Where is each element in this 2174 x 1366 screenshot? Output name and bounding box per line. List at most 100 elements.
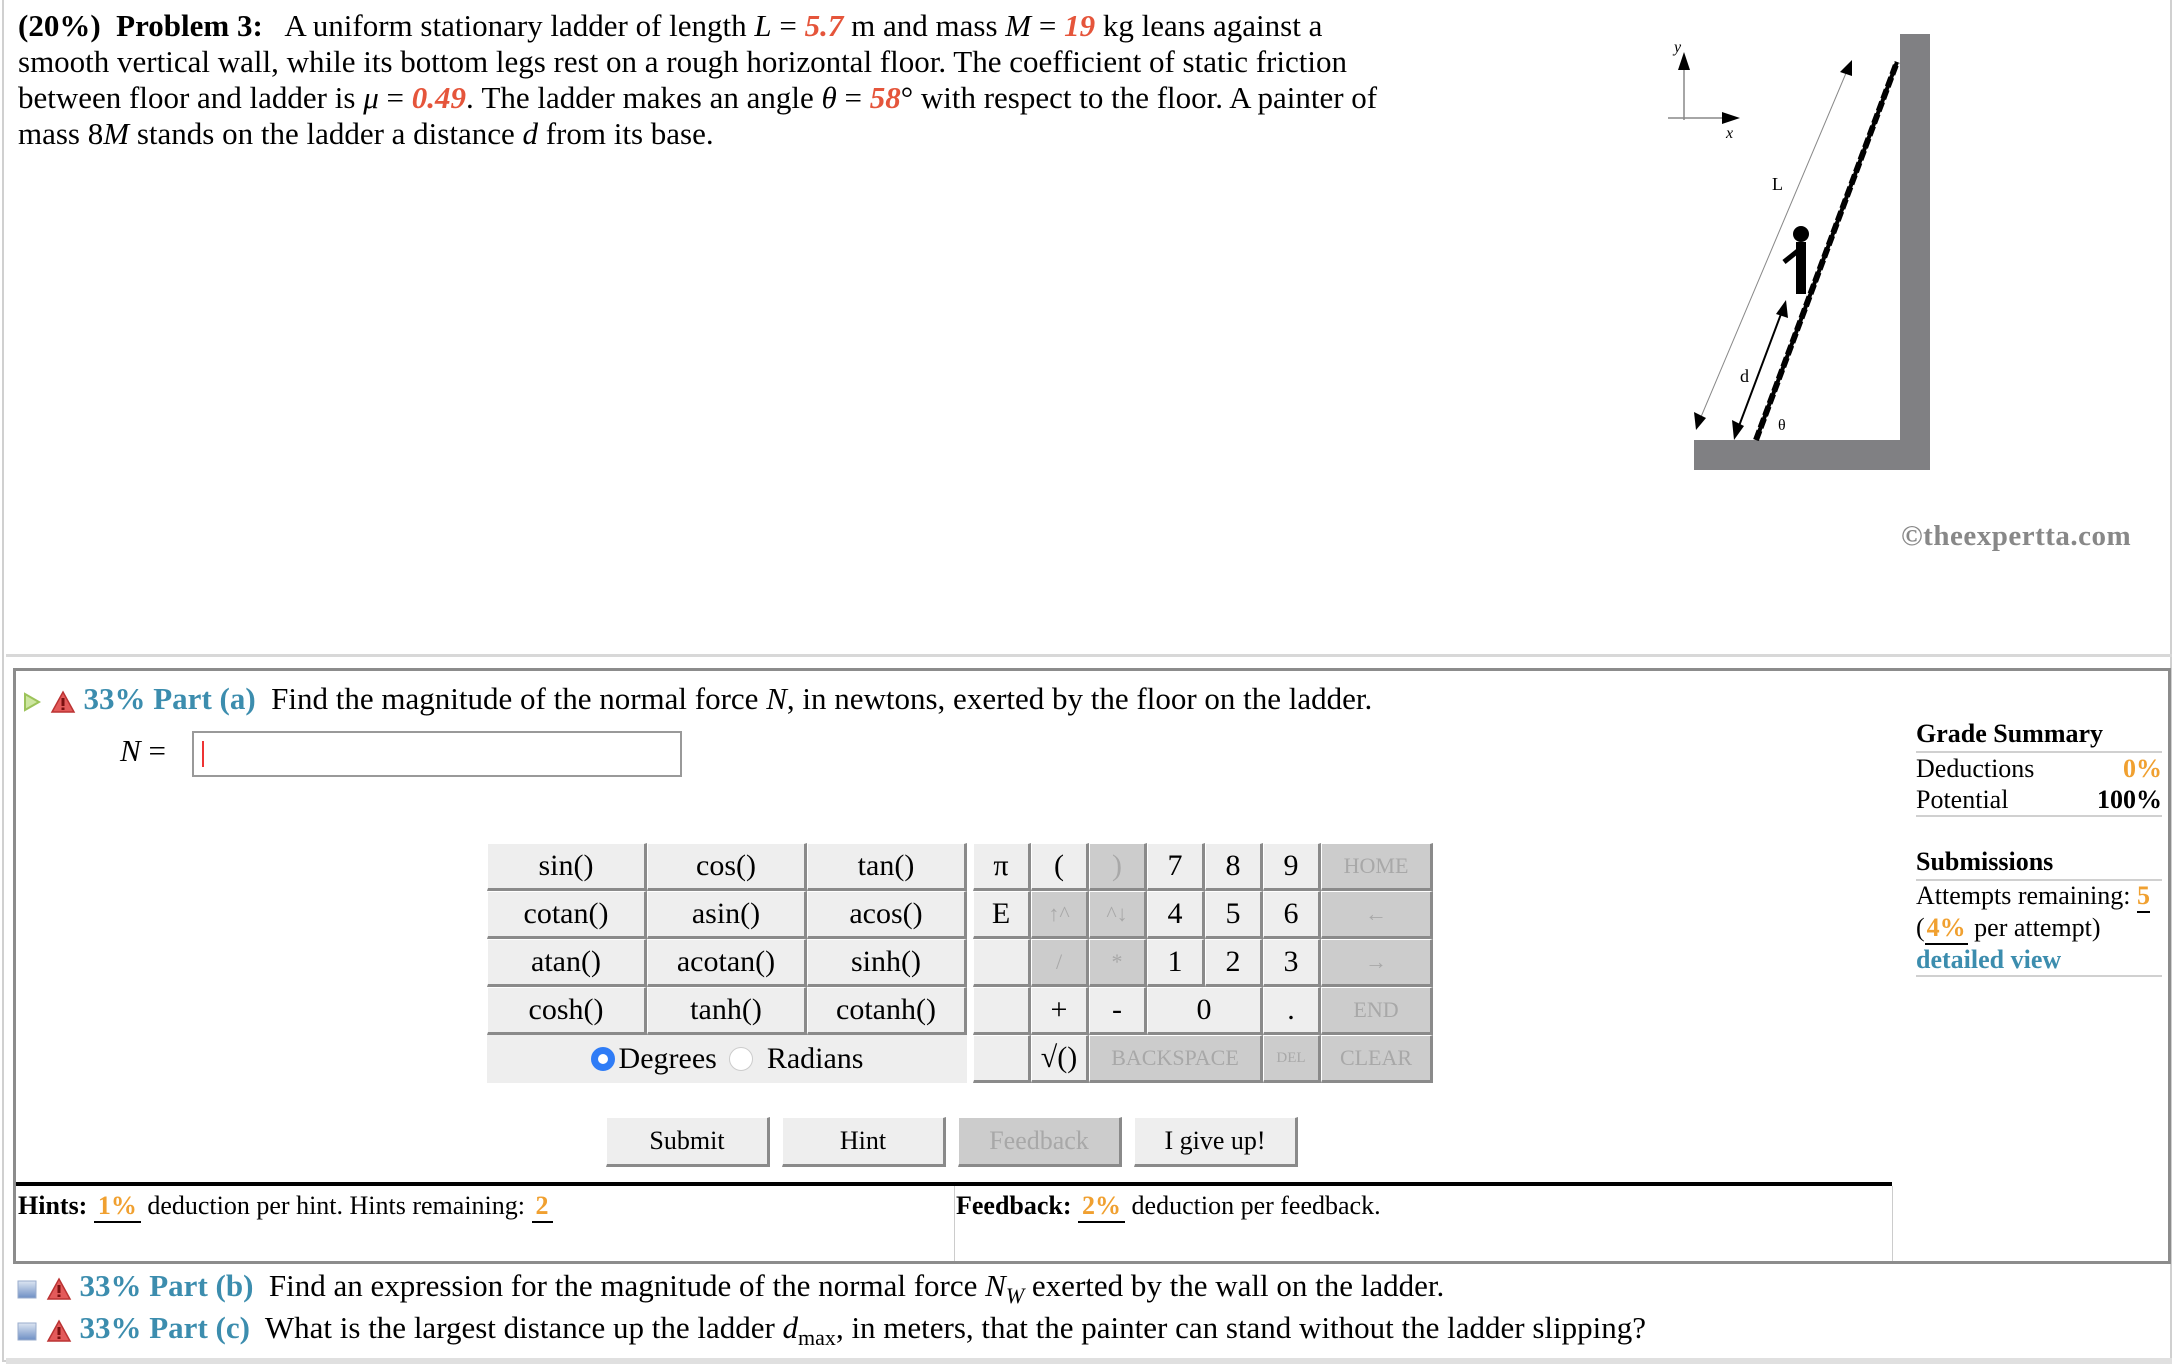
delete-key: DEL bbox=[1263, 1035, 1321, 1083]
problem-text-4: . The ladder makes an angle bbox=[465, 80, 822, 115]
function-key-atan[interactable]: atan() bbox=[487, 939, 647, 987]
label-L: L bbox=[1772, 174, 1783, 194]
blank-key bbox=[973, 987, 1031, 1035]
function-key-cotanh[interactable]: cotanh() bbox=[807, 987, 967, 1035]
function-key-acos[interactable]: acos() bbox=[807, 891, 967, 939]
degrees-label[interactable]: Degrees bbox=[619, 1042, 717, 1076]
part-c-subscript: max bbox=[798, 1325, 836, 1351]
digit-9-key[interactable]: 9 bbox=[1263, 843, 1321, 891]
detailed-view-link[interactable]: detailed view bbox=[1916, 945, 2162, 977]
warning-icon bbox=[50, 690, 76, 713]
divider bbox=[954, 1186, 955, 1261]
function-key-sin[interactable]: sin() bbox=[487, 843, 647, 891]
label-d: d bbox=[1740, 366, 1749, 386]
give-up-button[interactable]: I give up! bbox=[1134, 1117, 1298, 1167]
per-attempt-text: per attempt) bbox=[1967, 913, 2101, 942]
part-c-question-end: , in meters, that the painter can stand … bbox=[835, 1310, 1647, 1345]
function-key-tan[interactable]: tan() bbox=[807, 843, 967, 891]
part-a-header: 33% Part (a) Find the magnitude of the n… bbox=[22, 677, 1372, 721]
problem-text-6: stands on the ladder a distance bbox=[129, 116, 523, 151]
digit-1-key[interactable]: 1 bbox=[1147, 939, 1205, 987]
attempts-info: Attempts remaining: 5 (4% per attempt) bbox=[1916, 881, 2162, 945]
digit-8-key[interactable]: 8 bbox=[1205, 843, 1263, 891]
per-attempt-deduction: 4% bbox=[1926, 913, 1966, 942]
hint-button[interactable]: Hint bbox=[782, 1117, 946, 1167]
digit-6-key[interactable]: 6 bbox=[1263, 891, 1321, 939]
submit-button[interactable]: Submit bbox=[606, 1117, 770, 1167]
var-M-2: M bbox=[103, 116, 130, 151]
value-mass: 19 bbox=[1064, 8, 1096, 43]
part-c-label: Part (c) bbox=[149, 1310, 250, 1345]
blank-key bbox=[973, 1035, 1031, 1083]
hints-label: Hints: bbox=[18, 1191, 88, 1220]
open-paren-key[interactable]: ( bbox=[1031, 843, 1089, 891]
digit-4-key[interactable]: 4 bbox=[1147, 891, 1205, 939]
function-key-asin[interactable]: asin() bbox=[647, 891, 807, 939]
hints-info: Hints: 1% deduction per hint. Hints rema… bbox=[18, 1191, 553, 1223]
label-theta: θ bbox=[1778, 417, 1786, 434]
end-key: END bbox=[1321, 987, 1433, 1035]
answer-input[interactable] bbox=[192, 731, 682, 777]
sqrt-key[interactable]: √() bbox=[1031, 1035, 1089, 1083]
ladder-diagram: y x L d θ bbox=[1668, 34, 1930, 470]
part-a-question-end: , in newtons, exerted by the floor on th… bbox=[786, 681, 1373, 716]
painter-figure bbox=[1782, 226, 1809, 294]
problem-text-1: A uniform stationary ladder of length bbox=[284, 8, 755, 43]
plus-key[interactable]: + bbox=[1031, 987, 1089, 1035]
var-L: L bbox=[754, 8, 772, 43]
expand-triangle-icon[interactable] bbox=[22, 691, 42, 713]
angle-mode-selector: Degrees Radians bbox=[487, 1035, 967, 1083]
problem-weight: (20%) bbox=[18, 8, 101, 43]
collapsed-square-icon[interactable] bbox=[16, 1320, 38, 1342]
superscript-down-key: ^↓ bbox=[1089, 891, 1147, 939]
var-M: M bbox=[1005, 8, 1032, 43]
right-arrow-key: → bbox=[1321, 939, 1433, 987]
hints-text: deduction per hint. Hints remaining: bbox=[140, 1191, 532, 1220]
digit-3-key[interactable]: 3 bbox=[1263, 939, 1321, 987]
pi-key[interactable]: π bbox=[973, 843, 1031, 891]
function-key-cos[interactable]: cos() bbox=[647, 843, 807, 891]
part-a-question: Find the magnitude of the normal force bbox=[271, 681, 767, 716]
superscript-up-key: ↑^ bbox=[1031, 891, 1089, 939]
left-arrow-key: ← bbox=[1321, 891, 1433, 939]
digit-2-key[interactable]: 2 bbox=[1205, 939, 1263, 987]
copyright-text: ©theexpertta.com bbox=[1901, 520, 2132, 552]
part-c-header[interactable]: 33% Part (c) What is the largest distanc… bbox=[16, 1308, 1646, 1358]
radians-radio[interactable] bbox=[728, 1047, 753, 1071]
potential-value: 100% bbox=[2097, 785, 2162, 814]
problem-text-7: from its base. bbox=[537, 116, 714, 151]
problem-statement: (20%) Problem 3: A uniform stationary la… bbox=[18, 8, 1418, 152]
function-key-tanh[interactable]: tanh() bbox=[647, 987, 807, 1035]
part-b-question: Find an expression for the magnitude of … bbox=[268, 1268, 986, 1303]
equals: = bbox=[836, 80, 870, 115]
degrees-radio[interactable] bbox=[590, 1047, 615, 1071]
divide-key: / bbox=[1031, 939, 1089, 987]
feedback-deduction: 2% bbox=[1082, 1191, 1122, 1220]
axis-y-label: y bbox=[1672, 39, 1682, 56]
equals: = bbox=[1031, 8, 1065, 43]
hints-remaining: 2 bbox=[535, 1191, 549, 1220]
collapsed-square-icon[interactable] bbox=[16, 1278, 38, 1300]
deductions-label: Deductions bbox=[1916, 754, 2035, 783]
part-b-var: N bbox=[985, 1268, 1006, 1303]
grade-summary-title: Grade Summary bbox=[1916, 719, 2162, 753]
function-key-sinh[interactable]: sinh() bbox=[807, 939, 967, 987]
hint-deduction: 1% bbox=[97, 1191, 137, 1220]
clear-key: CLEAR bbox=[1321, 1035, 1433, 1083]
part-c-var: d bbox=[782, 1310, 799, 1345]
digit-5-key[interactable]: 5 bbox=[1205, 891, 1263, 939]
e-key[interactable]: E bbox=[973, 891, 1031, 939]
digit-7-key[interactable]: 7 bbox=[1147, 843, 1205, 891]
function-key-cotan[interactable]: cotan() bbox=[487, 891, 647, 939]
decimal-key[interactable]: . bbox=[1263, 987, 1321, 1035]
function-key-acotan[interactable]: acotan() bbox=[647, 939, 807, 987]
digit-0-key[interactable]: 0 bbox=[1147, 987, 1263, 1035]
var-theta: θ bbox=[821, 80, 837, 115]
function-key-cosh[interactable]: cosh() bbox=[487, 987, 647, 1035]
minus-key[interactable]: - bbox=[1089, 987, 1147, 1035]
answer-equals: = bbox=[140, 733, 166, 768]
answer-row: N = bbox=[120, 731, 682, 777]
submissions-title: Submissions bbox=[1916, 847, 2162, 881]
feedback-text: deduction per feedback. bbox=[1125, 1191, 1381, 1220]
radians-label[interactable]: Radians bbox=[767, 1042, 864, 1076]
